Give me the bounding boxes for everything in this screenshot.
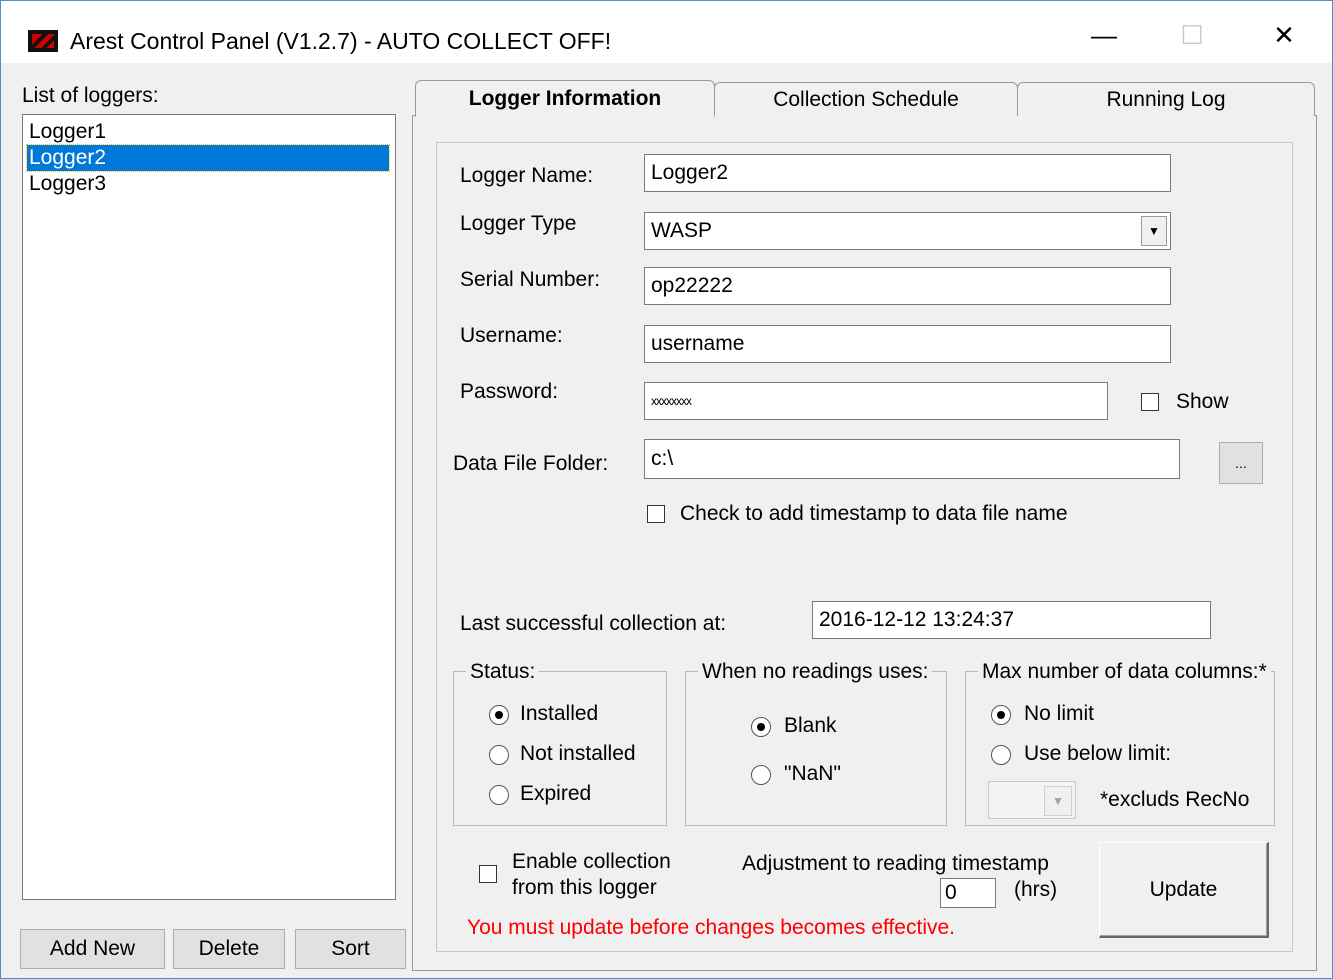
logger-name-label: Logger Name: <box>460 164 594 187</box>
update-warning: You must update before changes becomes e… <box>467 916 955 939</box>
add-new-button[interactable]: Add New <box>20 929 165 969</box>
logger-name-input[interactable]: Logger2 <box>644 154 1171 192</box>
close-button[interactable]: ✕ <box>1244 10 1324 60</box>
maximize-button[interactable]: ☐ <box>1152 10 1232 60</box>
show-password-checkbox[interactable] <box>1141 393 1159 411</box>
last-collection-value: 2016-12-12 13:24:37 <box>812 601 1211 639</box>
logger-type-value: WASP <box>651 219 713 242</box>
username-input[interactable]: username <box>644 325 1171 363</box>
columns-no-limit-radio[interactable] <box>991 705 1011 725</box>
chevron-down-icon: ▼ <box>1044 786 1072 816</box>
show-password-label: Show <box>1176 390 1229 413</box>
readings-nan-label: "NaN" <box>784 762 841 785</box>
status-expired-label: Expired <box>520 782 592 805</box>
enable-collection-checkbox[interactable] <box>479 865 497 883</box>
status-installed-radio[interactable] <box>489 705 509 725</box>
data-file-folder-label: Data File Folder: <box>453 452 609 475</box>
enable-collection-label-1: Enable collection <box>512 850 671 873</box>
minimize-button[interactable]: — <box>1064 10 1144 60</box>
columns-use-limit-label: Use below limit: <box>1024 742 1172 765</box>
tab-collection-schedule[interactable]: Collection Schedule <box>714 82 1018 116</box>
hours-unit-label: (hrs) <box>1014 878 1058 901</box>
enable-collection-label-2: from this logger <box>512 876 657 899</box>
logger-list[interactable]: Logger1 Logger2 Logger3 <box>22 114 396 900</box>
data-file-folder-input[interactable]: c:\ <box>644 439 1180 479</box>
logger-info-frame <box>436 142 1293 952</box>
readings-blank-label: Blank <box>784 714 837 737</box>
last-collection-label: Last successful collection at: <box>460 612 727 635</box>
status-not-installed-label: Not installed <box>520 742 636 765</box>
timestamp-adjustment-input[interactable]: 0 <box>940 878 996 908</box>
status-legend: Status: <box>466 660 540 684</box>
status-not-installed-radio[interactable] <box>489 745 509 765</box>
no-readings-group <box>685 671 947 826</box>
columns-no-limit-label: No limit <box>1024 702 1095 725</box>
readings-nan-radio[interactable] <box>751 765 771 785</box>
logger-list-label: List of loggers: <box>22 84 159 107</box>
status-installed-label: Installed <box>520 702 599 725</box>
status-expired-radio[interactable] <box>489 785 509 805</box>
list-item[interactable]: Logger3 <box>27 171 108 197</box>
update-button[interactable]: Update <box>1099 842 1269 938</box>
dropdown-arrow-icon[interactable]: ▼ <box>1141 216 1167 246</box>
list-item[interactable]: Logger1 <box>27 119 108 145</box>
timestamp-label: Check to add timestamp to data file name <box>680 502 1068 525</box>
tab-running-log[interactable]: Running Log <box>1017 82 1315 116</box>
logger-type-label: Logger Type <box>460 212 577 235</box>
logger-type-select[interactable]: WASP ▼ <box>644 212 1171 250</box>
window-title: Arest Control Panel (V1.2.7) - AUTO COLL… <box>70 28 612 54</box>
excludes-recno-note: *excluds RecNo <box>1100 788 1250 811</box>
max-columns-legend: Max number of data columns:* <box>978 660 1271 684</box>
serial-number-input[interactable]: op22222 <box>644 267 1171 305</box>
browse-folder-button[interactable]: ... <box>1219 442 1263 484</box>
app-logo-icon <box>28 30 58 52</box>
columns-use-limit-radio[interactable] <box>991 745 1011 765</box>
timestamp-adjustment-label: Adjustment to reading timestamp <box>742 852 1049 875</box>
sort-button[interactable]: Sort <box>295 929 406 969</box>
timestamp-checkbox[interactable] <box>647 505 665 523</box>
readings-blank-radio[interactable] <box>751 717 771 737</box>
username-label: Username: <box>460 324 563 347</box>
list-item-selected[interactable]: Logger2 <box>26 144 390 172</box>
password-label: Password: <box>460 380 559 403</box>
no-readings-legend: When no readings uses: <box>698 660 933 684</box>
serial-number-label: Serial Number: <box>460 268 601 291</box>
delete-button[interactable]: Delete <box>173 929 285 969</box>
password-input[interactable]: xxxxxxxx <box>644 382 1108 420</box>
column-limit-select: ▼ <box>988 781 1076 819</box>
tab-logger-information[interactable]: Logger Information <box>415 80 715 117</box>
